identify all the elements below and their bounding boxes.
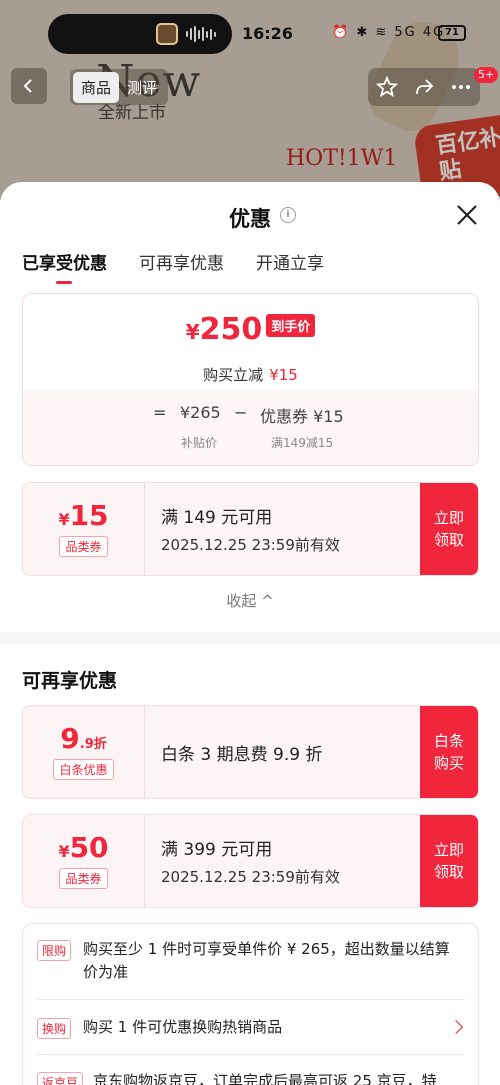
more-offers-title: 可再享优惠 <box>22 670 118 692</box>
final-price-tag: 到手价 <box>266 314 316 337</box>
price-summary-card: ¥250 到手价 购买立减 ¥15 = ¥265 − 优惠券 ¥15 补贴价 满14… <box>22 293 479 466</box>
dynamic-island <box>48 14 232 54</box>
coupon-value: ¥50 品类券 <box>23 815 145 907</box>
info-icon[interactable]: i <box>280 207 296 223</box>
coupon-details: 白条 3 期息费 9.9 折 <box>161 706 322 798</box>
discount-label: 购买立减 <box>203 366 264 384</box>
coupon-suffix: .9折 <box>79 736 107 752</box>
discount-tabs: 已享受优惠 可再享优惠 开通立享 <box>22 249 356 284</box>
audio-wave-icon <box>186 24 220 44</box>
tab-product[interactable]: 商品 <box>73 71 120 103</box>
discount-line: 购买立减 ¥15 <box>23 364 478 385</box>
status-time: 16:26 <box>242 24 293 43</box>
section-divider <box>0 632 500 644</box>
promo-divider <box>37 1054 465 1055</box>
coupon-card-baitiao: 9.9折 白条优惠 白条 3 期息费 9.9 折 白条购买 <box>22 705 479 799</box>
coupon-type: 白条优惠 <box>53 758 114 780</box>
calc-base-price: ¥265 <box>180 403 221 422</box>
coupon-condition: 白条 3 期息费 9.9 折 <box>161 744 323 765</box>
currency-symbol: ¥ <box>185 320 200 344</box>
promo-tag: 换购 <box>37 1018 72 1039</box>
discount-value: ¥15 <box>269 366 298 384</box>
calc-equals: = <box>153 403 167 422</box>
coupon-currency: ¥ <box>58 841 70 861</box>
calc-minus: − <box>234 403 248 422</box>
coupon-amount: 15 <box>69 498 109 532</box>
share-icon[interactable] <box>412 75 436 99</box>
promo-divider <box>37 999 465 1000</box>
coupon-amount: 50 <box>69 830 109 864</box>
coupon-currency: ¥ <box>58 509 70 529</box>
promo-tag: 返京豆 <box>37 1072 84 1085</box>
promo-text: 购买 1 件可优惠换购热销商品 <box>83 1018 283 1036</box>
baitiao-buy-button[interactable]: 白条购买 <box>420 706 478 798</box>
coupon-value: ¥15 品类券 <box>23 483 145 575</box>
coupon-type: 品类券 <box>59 867 108 889</box>
coupon-amount: 9 <box>60 721 80 755</box>
coupon-card-50: ¥50 品类券 满 399 元可用 2025.12.25 23:59前有效 立即… <box>22 814 479 908</box>
coupon-details: 满 149 元可用 2025.12.25 23:59前有效 <box>161 483 340 575</box>
calc-coupon-label: 满149减15 <box>271 436 334 450</box>
coupon-value: 9.9折 白条优惠 <box>23 706 145 798</box>
coupon-details: 满 399 元可用 2025.12.25 23:59前有效 <box>161 815 340 907</box>
tab-review[interactable]: 测评 <box>119 72 165 103</box>
notification-badge: 5+ <box>474 67 499 83</box>
product-page-backdrop: New 全新上市 HOT!1W1 百亿补贴 16:26 ⏰ ✱ ≋ 5G 4G … <box>0 0 500 200</box>
tab-more-available[interactable]: 可再享优惠 <box>139 249 224 284</box>
claim-coupon-button[interactable]: 立即领取 <box>420 483 478 575</box>
price-calculation: = ¥265 − 优惠券 ¥15 补贴价 满149减15 <box>23 390 478 465</box>
back-button[interactable] <box>11 68 47 104</box>
battery-icon: 71 <box>438 25 466 41</box>
coupon-card: ¥15 品类券 满 149 元可用 2025.12.25 23:59前有效 立即… <box>22 482 479 576</box>
tab-activate[interactable]: 开通立享 <box>256 249 324 284</box>
calc-base-label: 补贴价 <box>181 436 218 450</box>
more-icon[interactable] <box>449 75 473 99</box>
discount-sheet: 优惠 i 已享受优惠 可再享优惠 开通立享 ¥250 到手价 购买立减 ¥15 = … <box>0 182 500 1085</box>
chevron-left-icon <box>23 79 32 93</box>
coupon-condition: 满 399 元可用 <box>161 840 273 860</box>
coupon-condition: 满 149 元可用 <box>161 508 273 528</box>
promotion-list: 限购 购买至少 1 件时可享受单件价 ¥ 265，超出数量以结算价为准 换购 购… <box>22 923 479 1085</box>
coupon-validity: 2025.12.25 23:59前有效 <box>161 536 340 554</box>
tab-enjoyed[interactable]: 已享受优惠 <box>22 249 107 284</box>
status-icons: ⏰ ✱ ≋ 5G 4G <box>332 25 446 40</box>
promo-text: 京东购物返京豆，订单完成后最高可返 25 京豆，特 <box>93 1072 437 1085</box>
promo-tag: 限购 <box>37 940 72 961</box>
calc-coupon: 优惠券 ¥15 <box>260 407 344 426</box>
sheet-title: 优惠 <box>229 207 271 231</box>
coupon-validity: 2025.12.25 23:59前有效 <box>161 868 340 886</box>
top-tabs: 商品 测评 <box>70 69 169 105</box>
star-icon[interactable] <box>375 75 399 99</box>
collapse-toggle[interactable]: 收起 ^ <box>0 590 500 611</box>
top-actions <box>368 68 480 106</box>
final-price: ¥250 到手价 <box>23 312 478 347</box>
promo-text: 购买至少 1 件时可享受单件价 ¥ 265，超出数量以结算价为准 <box>83 940 450 981</box>
coupon-type: 品类券 <box>59 535 108 557</box>
close-icon[interactable] <box>452 200 482 230</box>
status-bar: 16:26 ⏰ ✱ ≋ 5G 4G 71 <box>0 14 500 54</box>
final-price-value: 250 <box>199 312 263 347</box>
app-avatar-icon <box>156 23 178 45</box>
claim-coupon-button[interactable]: 立即领取 <box>420 815 478 907</box>
